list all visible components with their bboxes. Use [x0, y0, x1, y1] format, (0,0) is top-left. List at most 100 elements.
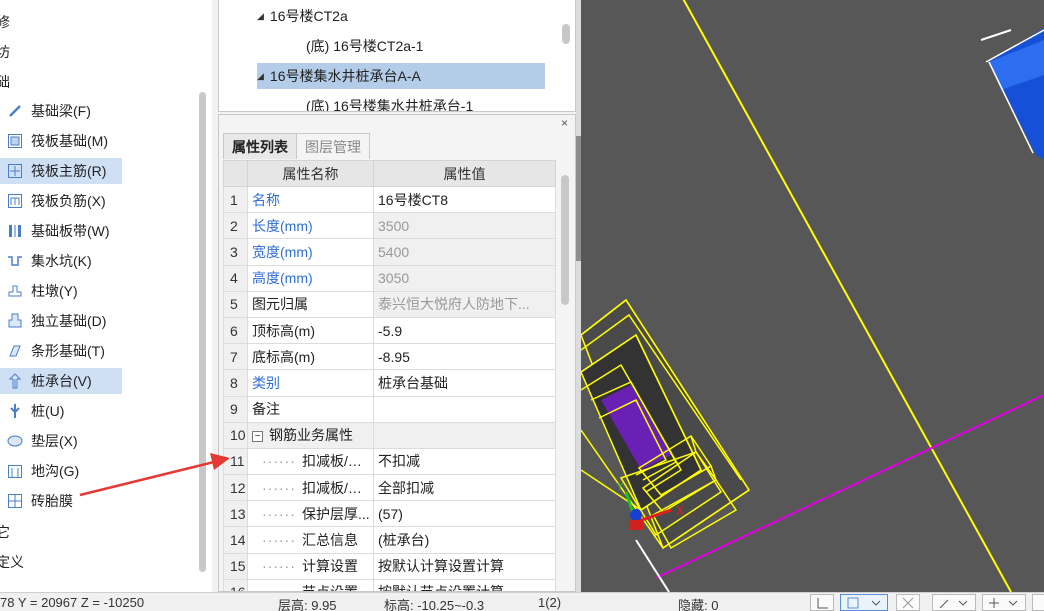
column-header-name[interactable]: 属性名称 [247, 160, 374, 187]
property-row[interactable]: 2 长度(mm) 3500 [223, 212, 556, 240]
property-row-index: 14 [223, 526, 248, 554]
property-row[interactable]: 4 高度(mm) 3050 [223, 264, 556, 292]
left-panel-scrollbar[interactable] [199, 92, 206, 572]
component-item-column-pier[interactable]: 柱墩(Y) [0, 278, 122, 304]
tree-node-selected[interactable]: ◢ 16号楼集水井桩承台A-A [257, 63, 545, 89]
property-group-label: 钢筋业务属性 [269, 427, 353, 444]
pile-cap-icon [7, 373, 23, 389]
property-row[interactable]: 13 ······ 保护层厚... (57) [223, 500, 556, 528]
cushion-icon [7, 433, 23, 449]
property-name: ······ 节点设置 [247, 578, 374, 591]
property-value[interactable]: (57) [373, 500, 556, 528]
tab-property-list[interactable]: 属性列表 [223, 133, 297, 159]
component-item-brick-form[interactable]: 砖胎膜 [0, 488, 122, 514]
property-name: 底标高(m) [247, 343, 374, 371]
cross-snap-button[interactable] [896, 594, 920, 611]
cut-label: 定义 [0, 554, 24, 570]
collapse-icon[interactable]: − [252, 431, 263, 443]
raft-foundation-icon [7, 133, 23, 149]
component-item-raft-foundation[interactable]: 筏板基础(M) [0, 128, 122, 154]
property-row[interactable]: 15 ······ 计算设置 按默认计算设置计算 [223, 552, 556, 580]
component-item-pile-cap[interactable]: 桩承台(V) [0, 368, 122, 394]
component-item-foundation-beam[interactable]: 基础梁(F) [0, 98, 122, 124]
pile-icon [7, 403, 23, 419]
property-row[interactable]: 16 ······ 节点设置 按默认节点设置计算 [223, 578, 556, 591]
component-item-strip-footing[interactable]: 条形基础(T) [0, 338, 122, 364]
cut-label: 础 [0, 74, 10, 90]
tree-node[interactable]: ◢ 16号楼CT2a [257, 3, 348, 29]
property-value[interactable]: -8.95 [373, 343, 556, 371]
property-value[interactable] [373, 395, 556, 423]
viewport-canvas[interactable]: X Y [581, 0, 1044, 592]
property-value[interactable]: 桩承台基础 [373, 369, 556, 397]
property-row[interactable]: 6 顶标高(m) -5.9 [223, 316, 556, 345]
brick-form-icon [7, 493, 23, 509]
property-row[interactable]: 3 宽度(mm) 5400 [223, 238, 556, 266]
property-name: 名称 [247, 185, 374, 214]
component-item-raft-negative-rebar[interactable]: 筏板负筋(X) [0, 188, 122, 214]
property-row[interactable]: 7 底标高(m) -8.95 [223, 343, 556, 371]
3d-viewport[interactable]: X Y [581, 0, 1044, 592]
foundation-strip-icon [7, 223, 23, 239]
property-row[interactable]: 12 ······ 扣减板/筏... 全部扣减 [223, 474, 556, 502]
component-item-cushion[interactable]: 垫层(X) [0, 428, 122, 454]
svg-text:Y: Y [616, 482, 624, 493]
slab-element[interactable] [985, 28, 1044, 160]
property-row[interactable]: 11 ······ 扣减板/筏... 不扣减 [223, 447, 556, 476]
component-item-isolated-footing[interactable]: 独立基础(D) [0, 308, 122, 334]
property-row[interactable]: 1 名称 16号楼CT8 [223, 185, 556, 214]
property-row-index: 6 [223, 316, 248, 345]
property-value[interactable]: 3500 [373, 212, 556, 240]
tab-layer-management[interactable]: 图层管理 [297, 133, 370, 159]
close-icon[interactable]: × [561, 115, 568, 131]
property-row-index: 12 [223, 474, 248, 502]
property-value[interactable]: 不扣减 [373, 447, 556, 476]
component-item-pile[interactable]: 桩(U) [0, 398, 122, 424]
property-value[interactable]: 全部扣减 [373, 474, 556, 502]
point-snap-button[interactable] [982, 594, 1026, 611]
property-row-index: 2 [223, 212, 248, 240]
tree-node-label: (底) 16号楼集水井桩承台-1 [306, 98, 474, 112]
property-row[interactable]: 10− 钢筋业务属性 [223, 421, 556, 449]
property-name: ······ 扣减板/筏... [247, 447, 374, 476]
property-value[interactable]: 按默认计算设置计算 [373, 552, 556, 580]
tree-connector-icon: ······ [262, 479, 296, 496]
tree-scrollbar[interactable] [562, 24, 570, 44]
snap-mode-button[interactable] [840, 594, 888, 611]
component-item-label: 筏板主筋(R) [31, 163, 107, 179]
property-value[interactable]: 16号楼CT8 [373, 185, 556, 214]
property-scrollbar[interactable] [561, 175, 569, 305]
property-name: 顶标高(m) [247, 316, 374, 345]
property-value[interactable]: 泰兴恒大悦府人防地下... [373, 290, 556, 318]
elevation-range: 标高: -10.25~-0.3 [384, 598, 485, 611]
component-item-label: 筏板负筋(X) [31, 193, 106, 209]
property-value[interactable]: (桩承台) [373, 526, 556, 554]
property-value[interactable] [373, 421, 556, 449]
column-header-value[interactable]: 属性值 [373, 160, 556, 187]
component-item-raft-main-rebar[interactable]: 筏板主筋(R) [0, 158, 122, 184]
component-item-label: 基础梁(F) [31, 103, 91, 119]
angle-snap-button[interactable] [932, 594, 976, 611]
property-row[interactable]: 5 图元归属 泰兴恒大悦府人防地下... [223, 290, 556, 318]
property-value[interactable]: 按默认节点设置计算 [373, 578, 556, 591]
table-header-row: 属性名称 属性值 [223, 160, 556, 187]
expand-triangle-icon[interactable]: ◢ [257, 71, 264, 82]
property-row[interactable]: 9 备注 [223, 395, 556, 423]
property-value[interactable]: 3050 [373, 264, 556, 292]
property-row[interactable]: 14 ······ 汇总信息 (桩承台) [223, 526, 556, 554]
property-value[interactable]: -5.9 [373, 316, 556, 345]
more-snap-button[interactable] [1032, 594, 1044, 611]
property-row-index: 8 [223, 369, 248, 397]
component-item-sump-pit[interactable]: 集水坑(K) [0, 248, 122, 274]
ortho-toggle-button[interactable] [810, 594, 834, 611]
expand-triangle-icon[interactable]: ◢ [257, 11, 264, 22]
property-value[interactable]: 5400 [373, 238, 556, 266]
component-item-label: 桩承台(V) [31, 373, 92, 389]
component-item-foundation-strip[interactable]: 基础板带(W) [0, 218, 122, 244]
property-row[interactable]: 8 类别 桩承台基础 [223, 369, 556, 397]
property-name: − 钢筋业务属性 [247, 421, 374, 449]
component-item-trench[interactable]: 地沟(G) [0, 458, 122, 484]
tree-node[interactable]: (底) 16号楼集水井桩承台-1 [306, 93, 474, 112]
property-name: ······ 计算设置 [247, 552, 374, 580]
tree-node[interactable]: (底) 16号楼CT2a-1 [306, 33, 423, 59]
